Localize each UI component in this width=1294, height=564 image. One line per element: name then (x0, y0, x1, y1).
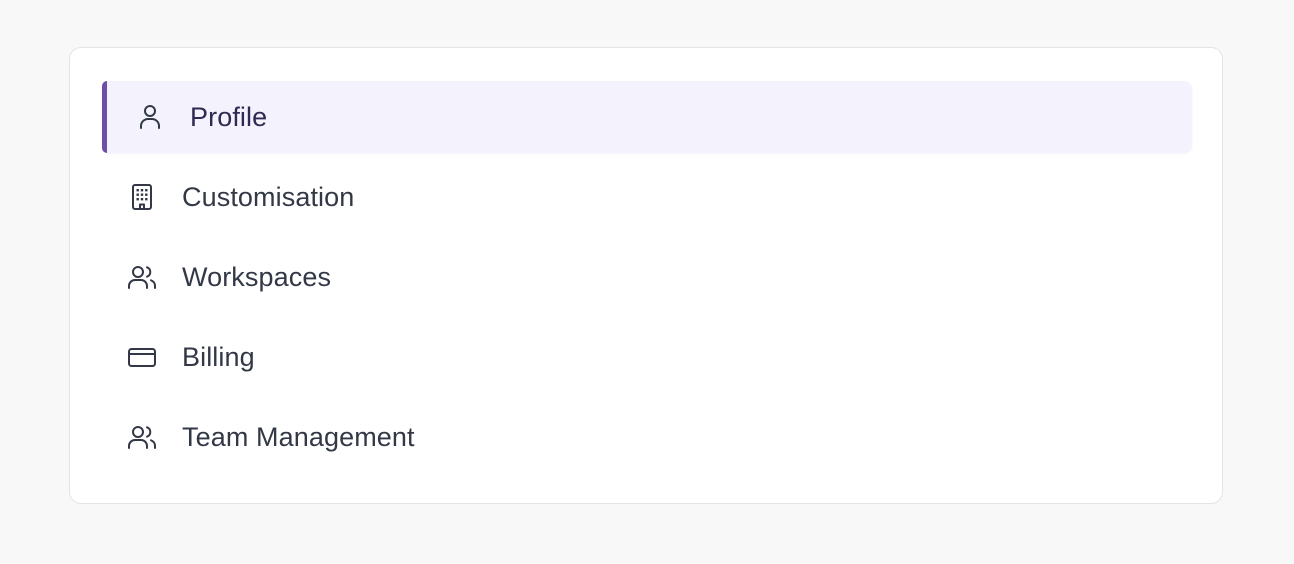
building-icon (126, 181, 158, 213)
nav-item-label: Workspaces (182, 261, 332, 292)
nav-item-workspaces[interactable]: Workspaces (102, 241, 1192, 313)
settings-nav: Profile Customisation Workspaces Billing… (102, 81, 1192, 481)
nav-item-label: Customisation (182, 181, 355, 212)
nav-item-label: Profile (190, 101, 268, 132)
user-icon (134, 101, 166, 133)
nav-item-label: Billing (182, 341, 255, 372)
credit-card-icon (126, 341, 158, 373)
users-icon (126, 421, 158, 453)
nav-item-billing[interactable]: Billing (102, 321, 1192, 393)
nav-item-customisation[interactable]: Customisation (102, 161, 1192, 233)
nav-item-team-management[interactable]: Team Management (102, 401, 1192, 473)
nav-item-profile[interactable]: Profile (102, 81, 1192, 153)
nav-item-label: Team Management (182, 421, 415, 452)
users-icon (126, 261, 158, 293)
settings-nav-card: Profile Customisation Workspaces Billing… (69, 47, 1223, 504)
